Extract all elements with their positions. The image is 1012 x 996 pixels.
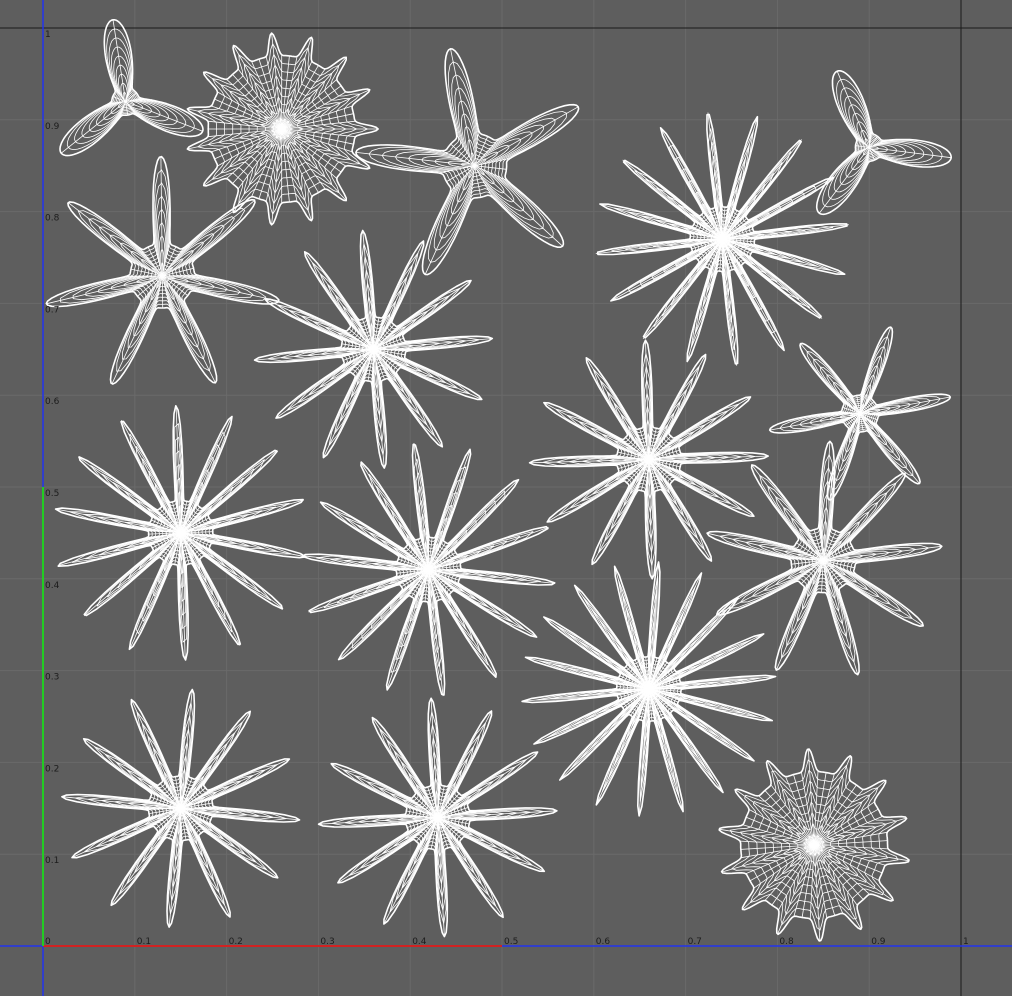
wire-spoke: [275, 348, 374, 419]
shell-flower-12-bottom-center: [317, 697, 558, 938]
wire-spoke: [373, 349, 443, 448]
u-tick-label: 0.5: [504, 937, 518, 947]
wire-spoke: [722, 238, 760, 240]
wire-spoke: [67, 202, 163, 277]
wire-spoke: [818, 147, 870, 214]
u-tick-label: 0: [45, 937, 51, 947]
shell-flower-16-top-right: [595, 112, 849, 366]
v-tick-label: 0.9: [45, 122, 60, 132]
v-tick-label: 0.6: [45, 397, 60, 407]
shell-flower-14-center: [301, 443, 556, 697]
wire-spoke: [160, 156, 163, 276]
u-tick-label: 0.8: [779, 937, 794, 947]
shell-star-top-left: [186, 32, 379, 226]
wire-spoke: [373, 280, 472, 350]
wire-ring: [394, 87, 545, 239]
uv-shells: [45, 19, 952, 942]
u-tick-label: 0.4: [412, 937, 427, 947]
u-tick-label: 0.6: [596, 937, 611, 947]
u-tick-label: 0.3: [320, 937, 334, 947]
v-tick-label: 0.3: [45, 673, 59, 683]
uv-canvas[interactable]: 0 0.1 0.2 0.3 0.4 0.5 0.6 0.7 0.8 0.9 1 1 0.9 0.8 0.7 0…: [0, 0, 1012, 996]
shell-flower-12-center-top: [253, 229, 494, 469]
shell-tri-top-right: [815, 70, 952, 216]
wire-spoke: [251, 61, 283, 130]
wire-spoke: [424, 165, 475, 275]
wire-spoke: [474, 165, 563, 247]
wire-spoke: [251, 128, 283, 197]
u-tick-label: 0.7: [688, 937, 702, 947]
shell-spiky-right: [768, 326, 952, 501]
wire-spoke: [450, 48, 475, 166]
wire-spoke: [161, 275, 216, 383]
wire-spoke: [304, 251, 374, 350]
shell-flower-12-bottom-left: [61, 688, 301, 928]
wire-spoke: [648, 597, 739, 690]
wire-spoke: [721, 202, 723, 240]
v-tick-label: 0.7: [45, 305, 59, 315]
v-tick-label: 0.4: [45, 581, 60, 591]
shell-star-bottom-right: [718, 748, 910, 942]
v-tick-label: 1: [45, 30, 51, 40]
u-tick-label: 1: [963, 937, 969, 947]
v-tick-label: 0.1: [45, 856, 59, 866]
wire-spoke: [559, 688, 650, 781]
wire-spoke: [813, 844, 870, 895]
v-tick-label: 0.8: [45, 214, 60, 224]
wire-spoke: [758, 795, 815, 846]
shell-flower-5-top: [355, 48, 580, 276]
wire-ring: [381, 74, 556, 251]
u-tick-label: 0.1: [137, 937, 151, 947]
u-tick-label: 0.9: [871, 937, 886, 947]
wire-spoke: [800, 343, 861, 414]
wire-spoke: [859, 326, 892, 414]
wire-spoke: [474, 106, 579, 167]
shell-flower-18-center-low: [521, 561, 777, 817]
u-tick-label: 0.2: [229, 937, 243, 947]
v-tick-label: 0.2: [45, 764, 59, 774]
v-tick-label: 0.5: [45, 489, 59, 499]
shell-flower-14-left: [54, 405, 307, 661]
wire-spoke: [685, 238, 723, 241]
uv-editor-viewport[interactable]: 0 0.1 0.2 0.3 0.4 0.5 0.6 0.7 0.8 0.9 1 1 0.9 0.8 0.7 0…: [0, 0, 1012, 996]
shell-tri-top-left: [59, 19, 204, 157]
wire-spoke: [60, 101, 126, 154]
